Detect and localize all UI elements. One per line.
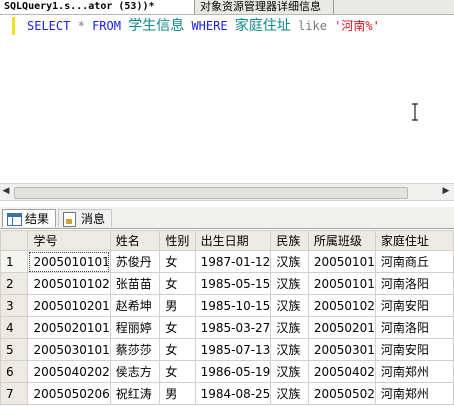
tab-object-explorer-details[interactable]: 对象资源管理器详细信息 xyxy=(196,0,334,14)
grid-cell[interactable]: 蔡莎莎 xyxy=(109,338,161,361)
scrollbar-thumb[interactable] xyxy=(14,187,408,199)
tab-results-label: 结果 xyxy=(25,212,50,226)
tab-results[interactable]: 结果 xyxy=(2,209,56,227)
sql-query-line[interactable]: SELECT * FROM 学生信息 WHERE 家庭住址 like '河南%' xyxy=(27,17,380,35)
grid-cell[interactable]: 20050402 xyxy=(307,360,376,383)
grid-cell[interactable]: 河南郑州 xyxy=(374,382,454,405)
grid-cell[interactable]: 1985-10-15 xyxy=(194,294,272,317)
grid-cell[interactable]: 1985-07-13 xyxy=(194,338,272,361)
sql-keyword-like: like xyxy=(298,19,327,33)
table-row[interactable]: 1 2005010101 苏俊丹 女 1987-01-12 汉族 2005010… xyxy=(0,250,454,273)
grid-cell[interactable]: 1986-05-19 xyxy=(194,360,272,383)
grid-cell[interactable]: 汉族 xyxy=(270,338,309,361)
grid-cell[interactable]: 2005030101 xyxy=(27,338,111,361)
scroll-right-icon[interactable]: ▶ xyxy=(441,186,451,197)
text-cursor-icon xyxy=(412,103,418,121)
column-header[interactable]: 民族 xyxy=(270,230,309,251)
grid-cell[interactable]: 河南郑州 xyxy=(374,360,454,383)
results-tab-bar: 结果 消息 xyxy=(0,207,454,229)
column-header[interactable]: 学号 xyxy=(27,230,111,251)
grid-cell[interactable]: 1985-03-27 xyxy=(194,316,272,339)
grid-cell[interactable]: 20050101 xyxy=(307,272,376,295)
table-row[interactable]: 5 2005030101 蔡莎莎 女 1985-07-13 汉族 2005030… xyxy=(0,338,454,361)
table-row[interactable]: 2 2005010102 张苗苗 女 1985-05-15 汉族 2005010… xyxy=(0,272,454,295)
grid-cell[interactable]: 河南洛阳 xyxy=(374,316,454,339)
row-number[interactable]: 7 xyxy=(0,382,29,405)
sql-editor[interactable]: SELECT * FROM 学生信息 WHERE 家庭住址 like '河南%' xyxy=(0,15,454,183)
table-row[interactable]: 4 2005020101 程丽婷 女 1985-03-27 汉族 2005020… xyxy=(0,316,454,339)
grid-cell[interactable]: 汉族 xyxy=(270,250,309,273)
row-number[interactable]: 1 xyxy=(0,250,29,273)
column-header[interactable]: 家庭住址 xyxy=(374,230,454,251)
grid-cell[interactable]: 男 xyxy=(159,382,196,405)
grid-cell[interactable]: 河南安阳 xyxy=(374,338,454,361)
row-number[interactable]: 4 xyxy=(0,316,29,339)
grid-cell[interactable]: 汉族 xyxy=(270,360,309,383)
grid-cell[interactable]: 2005010102 xyxy=(27,272,111,295)
sql-column-name: 家庭住址 xyxy=(234,18,291,34)
grid-cell[interactable]: 侯志方 xyxy=(109,360,161,383)
grid-cell[interactable]: 20050301 xyxy=(307,338,376,361)
grid-cell[interactable]: 女 xyxy=(159,338,196,361)
grid-cell[interactable]: 男 xyxy=(159,294,196,317)
message-icon xyxy=(63,212,76,227)
grid-cell[interactable]: 汉族 xyxy=(270,382,309,405)
grid-icon xyxy=(7,213,22,226)
grid-cell[interactable]: 汉族 xyxy=(270,272,309,295)
grid-cell[interactable]: 2005010201 xyxy=(27,294,111,317)
sql-keyword-where: WHERE xyxy=(191,19,228,33)
sql-string-literal: '河南%' xyxy=(334,19,380,33)
grid-cell[interactable]: 2005050206 xyxy=(27,382,111,405)
grid-corner[interactable] xyxy=(0,230,29,251)
table-row[interactable]: 6 2005040202 侯志方 女 1986-05-19 汉族 2005040… xyxy=(0,360,454,383)
sql-keyword-select: SELECT xyxy=(27,19,71,33)
grid-cell[interactable]: 1985-05-15 xyxy=(194,272,272,295)
grid-cell[interactable]: 女 xyxy=(159,360,196,383)
grid-cell[interactable]: 1987-01-12 xyxy=(194,250,272,273)
grid-cell[interactable]: 20050101 xyxy=(307,250,376,273)
grid-cell[interactable]: 20050102 xyxy=(307,294,376,317)
grid-cell[interactable]: 1984-08-25 xyxy=(194,382,272,405)
grid-cell[interactable]: 女 xyxy=(159,250,196,273)
grid-cell[interactable]: 祝红涛 xyxy=(109,382,161,405)
grid-header-row: 学号 姓名 性别 出生日期 民族 所属班级 家庭住址 xyxy=(0,230,454,251)
document-tab-strip: SQLQuery1.s...ator (53))* 对象资源管理器详细信息 xyxy=(0,0,454,15)
column-header[interactable]: 出生日期 xyxy=(194,230,272,251)
tab-messages[interactable]: 消息 xyxy=(58,209,112,227)
grid-cell[interactable]: 女 xyxy=(159,272,196,295)
column-header[interactable]: 所属班级 xyxy=(307,230,376,251)
column-header[interactable]: 性别 xyxy=(159,230,196,251)
grid-cell[interactable]: 女 xyxy=(159,316,196,339)
grid-cell[interactable]: 汉族 xyxy=(270,316,309,339)
editor-horizontal-scrollbar[interactable]: ◀ ▶ xyxy=(0,183,454,201)
table-row[interactable]: 3 2005010201 赵希坤 男 1985-10-15 汉族 2005010… xyxy=(0,294,454,317)
tab-sqlquery1[interactable]: SQLQuery1.s...ator (53))* xyxy=(0,0,195,14)
grid-cell[interactable]: 2005020101 xyxy=(27,316,111,339)
tab-messages-label: 消息 xyxy=(81,212,106,226)
grid-cell[interactable]: 2005010101 xyxy=(27,250,111,273)
grid-cell[interactable]: 张苗苗 xyxy=(109,272,161,295)
grid-cell[interactable]: 苏俊丹 xyxy=(109,250,161,273)
grid-cell[interactable]: 汉族 xyxy=(270,294,309,317)
grid-cell[interactable]: 河南安阳 xyxy=(374,294,454,317)
grid-cell[interactable]: 20050502 xyxy=(307,382,376,405)
results-grid[interactable]: 学号 姓名 性别 出生日期 民族 所属班级 家庭住址 1 2005010101 … xyxy=(0,230,454,405)
grid-cell[interactable]: 赵希坤 xyxy=(109,294,161,317)
grid-cell[interactable]: 2005040202 xyxy=(27,360,111,383)
grid-cell[interactable]: 河南洛阳 xyxy=(374,272,454,295)
sql-table-name: 学生信息 xyxy=(128,18,185,34)
column-header[interactable]: 姓名 xyxy=(109,230,161,251)
sql-star: * xyxy=(77,19,85,33)
grid-cell[interactable]: 程丽婷 xyxy=(109,316,161,339)
grid-cell[interactable]: 河南商丘 xyxy=(374,250,454,273)
row-number[interactable]: 6 xyxy=(0,360,29,383)
sql-keyword-from: FROM xyxy=(92,19,121,33)
modified-line-marker xyxy=(12,17,15,35)
row-number[interactable]: 3 xyxy=(0,294,29,317)
row-number[interactable]: 2 xyxy=(0,272,29,295)
table-row[interactable]: 7 2005050206 祝红涛 男 1984-08-25 汉族 2005050… xyxy=(0,382,454,405)
scroll-left-icon[interactable]: ◀ xyxy=(1,186,11,197)
grid-cell[interactable]: 20050201 xyxy=(307,316,376,339)
row-number[interactable]: 5 xyxy=(0,338,29,361)
